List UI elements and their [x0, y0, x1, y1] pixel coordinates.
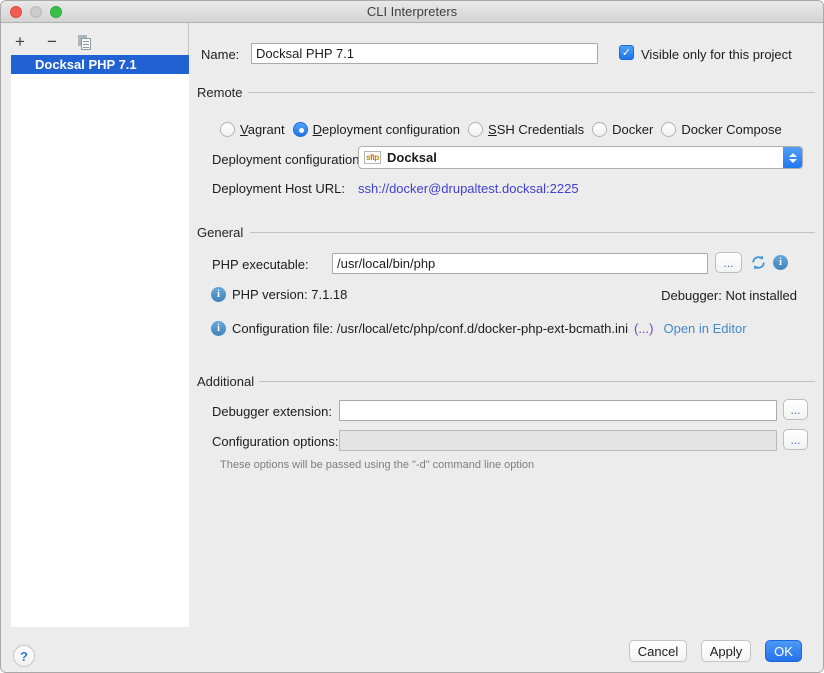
additional-section-rule — [259, 381, 815, 382]
debugger-extension-input[interactable] — [339, 400, 777, 421]
cancel-button[interactable]: Cancel — [629, 640, 687, 662]
radio-button-icon — [661, 122, 676, 137]
info-icon: i — [211, 287, 226, 302]
radio-button-icon — [220, 122, 235, 137]
info-icon[interactable]: i — [773, 255, 788, 270]
copy-icon — [78, 35, 91, 50]
radio-deployment-configuration[interactable]: Deployment configuration — [293, 122, 460, 137]
php-executable-label: PHP executable: — [212, 257, 309, 272]
debugger-extension-browse-button[interactable]: ... — [783, 399, 808, 420]
configuration-file-text: Configuration file: /usr/local/etc/php/c… — [232, 321, 628, 336]
radio-button-icon — [468, 122, 483, 137]
php-executable-input[interactable] — [332, 253, 708, 274]
configuration-options-browse-button[interactable]: ... — [783, 429, 808, 450]
php-version-text: PHP version: 7.1.18 — [232, 287, 347, 302]
dialog-footer: ? Cancel Apply OK — [1, 627, 823, 672]
help-button[interactable]: ? — [13, 645, 35, 667]
configuration-file-row: i Configuration file: /usr/local/etc/php… — [211, 321, 747, 336]
general-section-rule — [250, 232, 815, 233]
add-interpreter-icon[interactable]: + — [11, 33, 29, 51]
copy-interpreter-icon[interactable] — [75, 33, 93, 51]
radio-button-icon — [592, 122, 607, 137]
title-bar: CLI Interpreters — [1, 1, 823, 23]
configuration-options-input[interactable] — [339, 430, 777, 451]
interpreter-list: Docksal PHP 7.1 — [11, 55, 189, 629]
deployment-host-url-label: Deployment Host URL: — [212, 181, 345, 196]
configuration-options-label: Configuration options: — [212, 434, 338, 449]
remote-type-radio-row: Vagrant Deployment configuration SSH Cre… — [220, 120, 823, 138]
open-in-editor-link[interactable]: Open in Editor — [663, 321, 746, 336]
ok-button[interactable]: OK — [765, 640, 802, 662]
apply-button[interactable]: Apply — [701, 640, 751, 662]
additional-section-header: Additional — [197, 374, 254, 389]
radio-ssh-credentials[interactable]: SSH Credentials — [468, 122, 584, 137]
radio-docker[interactable]: Docker — [592, 122, 653, 137]
check-icon: ✓ — [622, 46, 631, 59]
reload-icon[interactable] — [750, 254, 767, 271]
debugger-extension-label: Debugger extension: — [212, 404, 332, 419]
php-executable-browse-button[interactable]: ... — [715, 252, 742, 273]
interpreters-sidebar: + − Docksal PHP 7.1 — [1, 23, 189, 629]
configuration-options-hint: These options will be passed using the "… — [220, 459, 534, 471]
cli-interpreters-dialog: CLI Interpreters + − Docksal PHP 7.1 Nam… — [0, 0, 824, 673]
debugger-status-text: Debugger: Not installed — [661, 288, 797, 303]
visible-only-checkbox[interactable]: ✓ — [619, 45, 634, 60]
visible-only-label: Visible only for this project — [641, 47, 792, 62]
deployment-configuration-select[interactable]: sftp Docksal — [358, 146, 803, 169]
general-section-header: General — [197, 225, 243, 240]
info-icon: i — [211, 321, 226, 336]
remote-section-header: Remote — [197, 85, 243, 100]
chevron-up-down-icon — [783, 147, 802, 168]
configuration-file-more-link[interactable]: (...) — [634, 321, 654, 336]
sftp-icon: sftp — [364, 151, 381, 164]
name-input[interactable] — [251, 43, 598, 64]
window-title: CLI Interpreters — [1, 4, 823, 19]
question-mark-icon: ? — [20, 649, 28, 664]
remote-section-rule — [248, 92, 815, 93]
radio-vagrant[interactable]: Vagrant — [220, 122, 285, 137]
deployment-configuration-label: Deployment configuration: — [212, 152, 363, 167]
php-version-row: i PHP version: 7.1.18 — [211, 287, 347, 302]
radio-docker-compose[interactable]: Docker Compose — [661, 122, 781, 137]
sidebar-toolbar: + − — [11, 31, 93, 53]
remove-interpreter-icon[interactable]: − — [43, 33, 61, 51]
interpreter-settings-panel: Name: ✓ Visible only for this project Re… — [190, 23, 823, 627]
deployment-configuration-value: Docksal — [387, 150, 437, 165]
deployment-host-url-value: ssh://docker@drupaltest.docksal:2225 — [358, 181, 579, 196]
radio-button-icon — [293, 122, 308, 137]
name-label: Name: — [201, 47, 239, 62]
list-item-interpreter[interactable]: Docksal PHP 7.1 — [11, 55, 189, 74]
